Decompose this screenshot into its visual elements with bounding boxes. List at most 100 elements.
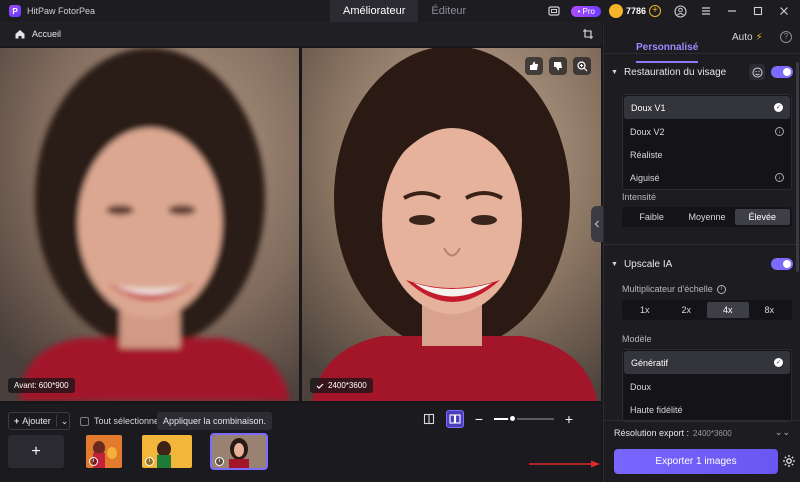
help-icon[interactable]: ? xyxy=(780,31,792,43)
home-icon[interactable] xyxy=(14,28,26,40)
collapse-sidebar-handle[interactable] xyxy=(591,206,603,242)
list-item-label: Doux xyxy=(630,381,652,392)
face-settings-icon[interactable] xyxy=(749,64,765,80)
thumbnail-selected[interactable]: i xyxy=(210,433,268,470)
info-icon[interactable]: i xyxy=(215,457,224,466)
scale-label-text: Multiplicateur d'échelle xyxy=(622,284,713,294)
select-all-label: Tout sélectionner xyxy=(94,416,163,426)
scale-8x[interactable]: 8x xyxy=(749,302,791,318)
info-icon[interactable]: i xyxy=(145,457,154,466)
upscale-model-doux[interactable]: Doux xyxy=(623,375,791,398)
section-face-restoration[interactable]: ▼ Restauration du visage xyxy=(604,60,800,84)
titlebar-actions: • Pro 7786 + xyxy=(541,0,800,22)
gallery-icon[interactable] xyxy=(546,3,562,19)
before-photo xyxy=(0,48,299,401)
sidebar-scrollbar[interactable] xyxy=(796,62,799,272)
list-item-label: Réaliste xyxy=(630,149,663,160)
lightning-icon: ⚡ xyxy=(755,32,763,43)
list-item-label: Doux V1 xyxy=(631,102,666,113)
download-icon[interactable]: ↓ xyxy=(775,127,784,136)
info-icon[interactable]: i xyxy=(89,457,98,466)
side-by-side-icon[interactable] xyxy=(446,410,464,428)
zoom-slider-handle[interactable] xyxy=(507,414,517,423)
scale-1x[interactable]: 1x xyxy=(624,302,666,318)
add-label: Ajouter xyxy=(22,416,51,426)
thumbnail[interactable]: i xyxy=(86,435,122,468)
close-icon[interactable] xyxy=(776,3,792,19)
upscale-model-list: Génératif ✓ Doux Haute fidélité xyxy=(622,349,792,422)
section-upscale[interactable]: ▼ Upscale IA xyxy=(604,252,800,276)
intensity-label: Intensité xyxy=(622,192,657,202)
intensity-moyenne[interactable]: Moyenne xyxy=(679,209,734,225)
select-all-checkbox[interactable]: Tout sélectionner xyxy=(80,416,162,426)
thumbnail-strip: + i i i xyxy=(8,433,268,470)
minimize-icon[interactable] xyxy=(724,3,740,19)
gear-icon[interactable] xyxy=(782,454,796,468)
zoom-in-icon[interactable] xyxy=(573,57,591,75)
view-tools: − + xyxy=(420,410,576,428)
export-button[interactable]: Exporter 1 images xyxy=(614,449,778,474)
coin-icon xyxy=(608,4,623,18)
apply-combination-button[interactable]: Appliquer la combinaison. xyxy=(157,412,273,430)
upscale-model-generatif[interactable]: Génératif ✓ xyxy=(624,351,790,374)
add-image-button[interactable]: + xyxy=(8,435,64,468)
export-resolution: Résolution export : 2400*3600 xyxy=(614,428,732,438)
caret-down-icon: ▼ xyxy=(611,260,618,268)
upscale-model-haute-fidelite[interactable]: Haute fidélité xyxy=(623,398,791,421)
face-model-doux-v1[interactable]: Doux V1 ✓ xyxy=(624,96,790,119)
annotation-arrow xyxy=(529,460,600,468)
face-restoration-toggle[interactable] xyxy=(771,66,793,78)
scale-4x[interactable]: 4x xyxy=(707,302,749,318)
add-button[interactable]: + Ajouter ⌄ xyxy=(8,412,70,430)
before-size-label: Avant: 600*900 xyxy=(8,378,75,393)
thumbnail[interactable]: i xyxy=(142,435,192,468)
download-icon[interactable]: ↓ xyxy=(775,173,784,182)
tab-editeur[interactable]: Éditeur xyxy=(418,0,479,22)
zoom-slider[interactable] xyxy=(494,414,554,423)
tab-auto[interactable]: Auto ⚡ xyxy=(732,32,763,43)
sidebar-tabs: Personnalisé Auto ⚡ ? xyxy=(604,22,800,63)
maximize-icon[interactable] xyxy=(750,3,766,19)
before-image-panel: Avant: 600*900 xyxy=(0,48,299,401)
export-resolution-value: 2400*3600 xyxy=(693,429,732,438)
checkbox[interactable] xyxy=(80,416,89,426)
title-bar: P HitPaw FotorPea Améliorateur Éditeur •… xyxy=(0,0,800,22)
check-icon: ✓ xyxy=(774,103,783,112)
expand-icon[interactable]: ⌄⌄ xyxy=(775,427,790,438)
tab-personnalise[interactable]: Personnalisé xyxy=(636,42,699,63)
chevron-down-icon[interactable]: ⌄ xyxy=(61,416,69,427)
thumbs-up-icon[interactable] xyxy=(525,57,543,75)
thumbs-down-icon[interactable] xyxy=(549,57,567,75)
menu-icon[interactable] xyxy=(698,3,714,19)
after-photo xyxy=(302,48,601,401)
check-icon xyxy=(316,383,324,389)
after-image-panel: 2400*3600 xyxy=(302,48,601,401)
upscale-toggle[interactable] xyxy=(771,258,793,270)
tab-ameliorateur[interactable]: Améliorateur xyxy=(330,0,419,22)
list-item-label: Haute fidélité xyxy=(630,404,683,415)
split-view-icon[interactable] xyxy=(420,410,438,428)
add-coins-button[interactable]: + xyxy=(649,5,661,17)
zoom-out-button[interactable]: − xyxy=(472,411,486,427)
face-model-list: Doux V1 ✓ Doux V2 ↓ Réaliste Aiguisé ↓ xyxy=(622,94,792,190)
list-item-label: Doux V2 xyxy=(630,126,665,137)
face-model-doux-v2[interactable]: Doux V2 ↓ xyxy=(623,120,791,143)
intensity-faible[interactable]: Faible xyxy=(624,209,679,225)
app-title: HitPaw FotorPea xyxy=(27,6,96,16)
crop-icon[interactable] xyxy=(582,28,594,40)
panel-tools xyxy=(525,57,591,75)
info-icon[interactable]: i xyxy=(716,284,726,294)
face-section-title: Restauration du visage xyxy=(623,66,727,78)
intensity-elevee[interactable]: Élevée xyxy=(734,209,790,225)
zoom-in-button[interactable]: + xyxy=(562,411,576,427)
face-model-aiguise[interactable]: Aiguisé ↓ xyxy=(623,166,791,189)
app-logo: P xyxy=(9,5,21,17)
user-icon[interactable] xyxy=(672,3,688,19)
caret-down-icon: ▼ xyxy=(611,68,618,76)
pro-badge[interactable]: • Pro xyxy=(571,5,601,17)
tab-auto-label: Auto xyxy=(732,32,753,43)
scale-2x[interactable]: 2x xyxy=(666,302,708,318)
face-model-realiste[interactable]: Réaliste xyxy=(623,143,791,166)
divider xyxy=(604,244,800,245)
breadcrumb-home[interactable]: Accueil xyxy=(32,29,61,39)
